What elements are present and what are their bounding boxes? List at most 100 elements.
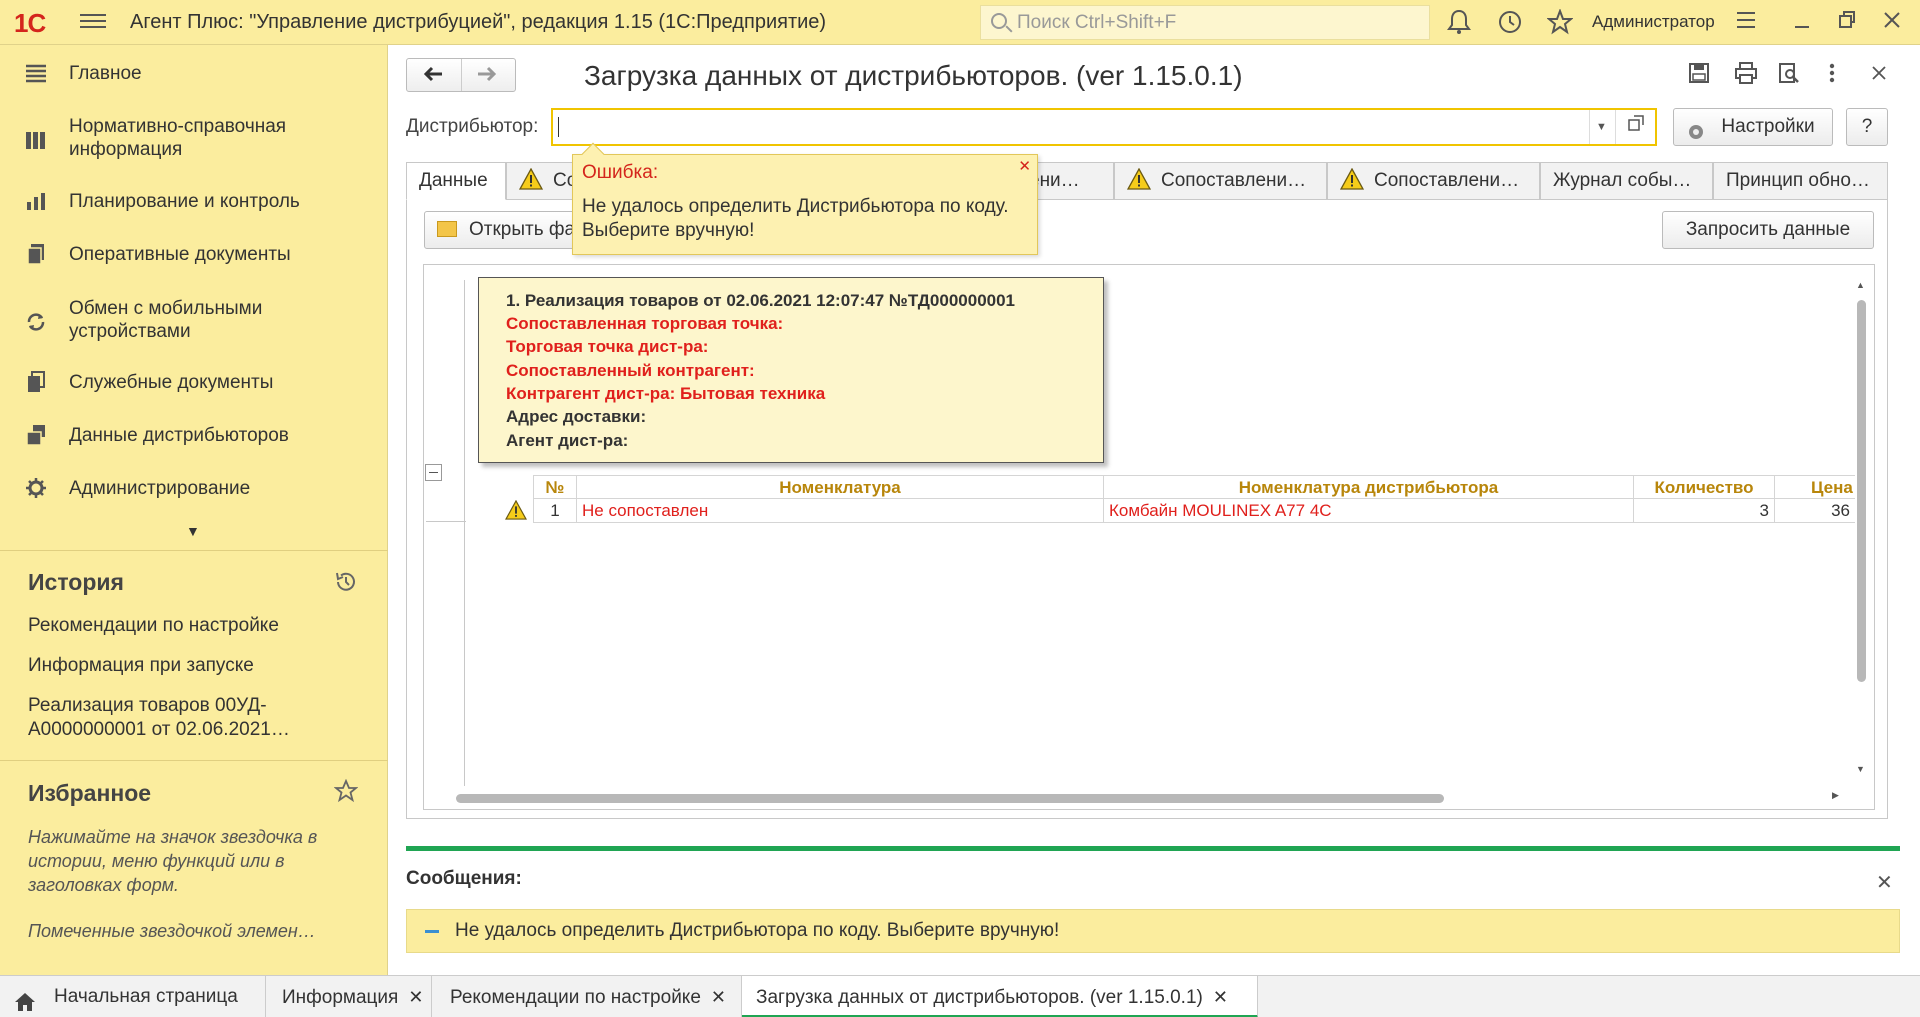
cell-number[interactable]: 1: [533, 499, 577, 523]
tab-matching-3[interactable]: Сопоставлени…: [1114, 162, 1327, 200]
close-popup-icon[interactable]: ✕: [1018, 157, 1031, 175]
tooltip-line: Торговая точка дист-ра:: [506, 337, 709, 356]
tab-matching-1[interactable]: Со: [506, 162, 574, 200]
history-icon[interactable]: [334, 570, 358, 600]
distributor-label: Дистрибьютор:: [406, 116, 539, 137]
task-label: Загрузка данных от дистрибьюторов. (ver …: [756, 987, 1203, 1008]
favorites-note: Помеченные звездочкой элемен…: [28, 921, 316, 941]
request-data-button[interactable]: Запросить данные: [1662, 211, 1874, 249]
history-item[interactable]: Рекомендации по настройке: [28, 614, 368, 638]
column-header-number[interactable]: №: [533, 475, 577, 499]
vertical-scrollbar[interactable]: ▲ ▼: [1854, 280, 1868, 776]
back-icon[interactable]: [421, 62, 445, 92]
minimize-icon[interactable]: [1792, 9, 1812, 37]
gear-icon: [25, 477, 47, 499]
open-file-label: Открыть фа: [469, 219, 576, 240]
messages-separator: [406, 846, 1900, 851]
more-actions-icon[interactable]: [1828, 62, 1836, 90]
messages-title: Сообщения:: [406, 868, 522, 889]
task-home[interactable]: Начальная страница: [0, 976, 266, 1017]
cell-dist-nomenclature[interactable]: Комбайн MOULINEX A77 4C: [1104, 499, 1634, 523]
column-header-nomenclature[interactable]: Номенклатура: [577, 475, 1104, 499]
tab-matching-4[interactable]: Сопоставлени…: [1327, 162, 1540, 200]
preview-icon[interactable]: [1778, 62, 1800, 90]
help-button[interactable]: ?: [1846, 108, 1888, 146]
history-navigation: [406, 58, 516, 92]
close-icon[interactable]: [1882, 9, 1902, 37]
column-header-dist-nomenclature[interactable]: Номенклатура дистрибьютора: [1104, 475, 1634, 499]
tooltip-line: Агент дист-ра:: [506, 431, 629, 450]
scroll-right-icon[interactable]: ▶: [1832, 790, 1839, 801]
tab-update-principle[interactable]: Принцип обно…: [1713, 162, 1888, 200]
star-icon[interactable]: [1546, 8, 1574, 41]
save-icon[interactable]: [1688, 62, 1710, 90]
tab-label: Со: [553, 170, 573, 191]
close-tab-icon[interactable]: ✕: [408, 987, 423, 1007]
warning-icon: [505, 499, 527, 520]
close-messages-icon[interactable]: ✕: [1876, 870, 1893, 895]
chevron-down-icon[interactable]: ▼: [1589, 110, 1613, 144]
close-tab-icon[interactable]: ✕: [1213, 987, 1228, 1007]
cell-quantity[interactable]: 3: [1634, 499, 1775, 523]
gear-icon: [1687, 118, 1705, 154]
task-label: Начальная страница: [54, 986, 238, 1007]
settings-button-label: Настройки: [1721, 116, 1815, 137]
task-recommendations[interactable]: Рекомендации по настройке ✕: [432, 976, 742, 1017]
bell-icon[interactable]: [1447, 9, 1471, 41]
document-tooltip: 1. Реализация товаров от 02.06.2021 12:0…: [478, 277, 1104, 463]
forward-icon[interactable]: [475, 62, 499, 92]
history-item[interactable]: Реализация товаров 00УД-А0000000001 от 0…: [28, 694, 368, 742]
sidebar-item-label: Администрирование: [69, 478, 251, 499]
cell-nomenclature[interactable]: Не сопоставлен: [577, 499, 1104, 523]
horizontal-scrollbar[interactable]: ▶: [452, 790, 1847, 804]
open-item-icon[interactable]: [1615, 110, 1655, 144]
sidebar-item-label: Планирование и контроль: [69, 191, 300, 212]
search-input[interactable]: Поиск Ctrl+Shift+F: [980, 5, 1430, 40]
star-icon[interactable]: [333, 778, 359, 809]
tab-label: Принцип обно…: [1726, 170, 1870, 191]
tab-data[interactable]: Данные: [406, 162, 506, 200]
history-item[interactable]: Информация при запуске: [28, 654, 368, 678]
tab-label: Данные: [419, 170, 488, 191]
app-title: Агент Плюс: "Управление дистрибуцией", р…: [130, 11, 827, 33]
tooltip-line: Сопоставленный контрагент:: [506, 361, 755, 380]
print-icon[interactable]: [1734, 62, 1758, 90]
history-icon[interactable]: [1497, 9, 1523, 41]
sidebar-item-label: Обмен с мобильными устройствами: [69, 298, 263, 342]
scroll-thumb[interactable]: [1857, 300, 1866, 682]
close-tab-icon[interactable]: ✕: [711, 987, 726, 1007]
tab-label: Журнал собы…: [1553, 170, 1692, 191]
cell-price[interactable]: 36: [1775, 499, 1855, 523]
home-icon: [14, 986, 36, 1017]
tab-event-log[interactable]: Журнал собы…: [1540, 162, 1713, 200]
column-header-quantity[interactable]: Количество: [1634, 475, 1775, 499]
distributor-field[interactable]: ▼: [551, 108, 1657, 146]
close-form-icon[interactable]: [1870, 62, 1888, 90]
tab-label: Сопоставлени…: [1161, 170, 1307, 191]
collapse-group-icon[interactable]: [425, 464, 442, 481]
main-menu-icon[interactable]: [80, 10, 106, 34]
task-info[interactable]: Информация ✕: [266, 976, 432, 1017]
form-title: Загрузка данных от дистрибьюторов. (ver …: [584, 60, 1243, 91]
sidebar: Главное Нормативно-справочная информация…: [0, 45, 388, 975]
scroll-up-icon[interactable]: ▲: [1856, 280, 1865, 290]
message-item[interactable]: Не удалось определить Дистрибьютора по к…: [406, 909, 1900, 953]
task-data-loading[interactable]: Загрузка данных от дистрибьюторов. (ver …: [742, 976, 1258, 1017]
tab-matching-2[interactable]: ени…: [1026, 162, 1114, 200]
open-file-button[interactable]: Открыть фа: [424, 211, 584, 249]
group-line: [426, 521, 466, 522]
user-name[interactable]: Администратор: [1592, 12, 1715, 32]
books-icon: [25, 129, 47, 151]
settings-button[interactable]: Настройки: [1673, 108, 1833, 146]
settings-menu-icon[interactable]: [1735, 9, 1757, 37]
search-placeholder: Поиск Ctrl+Shift+F: [1017, 12, 1177, 33]
column-header-price[interactable]: Цена: [1775, 475, 1855, 499]
restore-icon[interactable]: [1837, 9, 1857, 37]
search-icon: [991, 13, 1007, 29]
expand-menu-icon[interactable]: ▼: [186, 523, 200, 539]
scroll-thumb[interactable]: [456, 794, 1444, 803]
app-logo[interactable]: 1С: [14, 8, 46, 39]
tooltip-line: 1. Реализация товаров от 02.06.2021 12:0…: [506, 291, 1016, 310]
scroll-down-icon[interactable]: ▼: [1856, 764, 1865, 774]
warning-icon: [1126, 167, 1152, 190]
